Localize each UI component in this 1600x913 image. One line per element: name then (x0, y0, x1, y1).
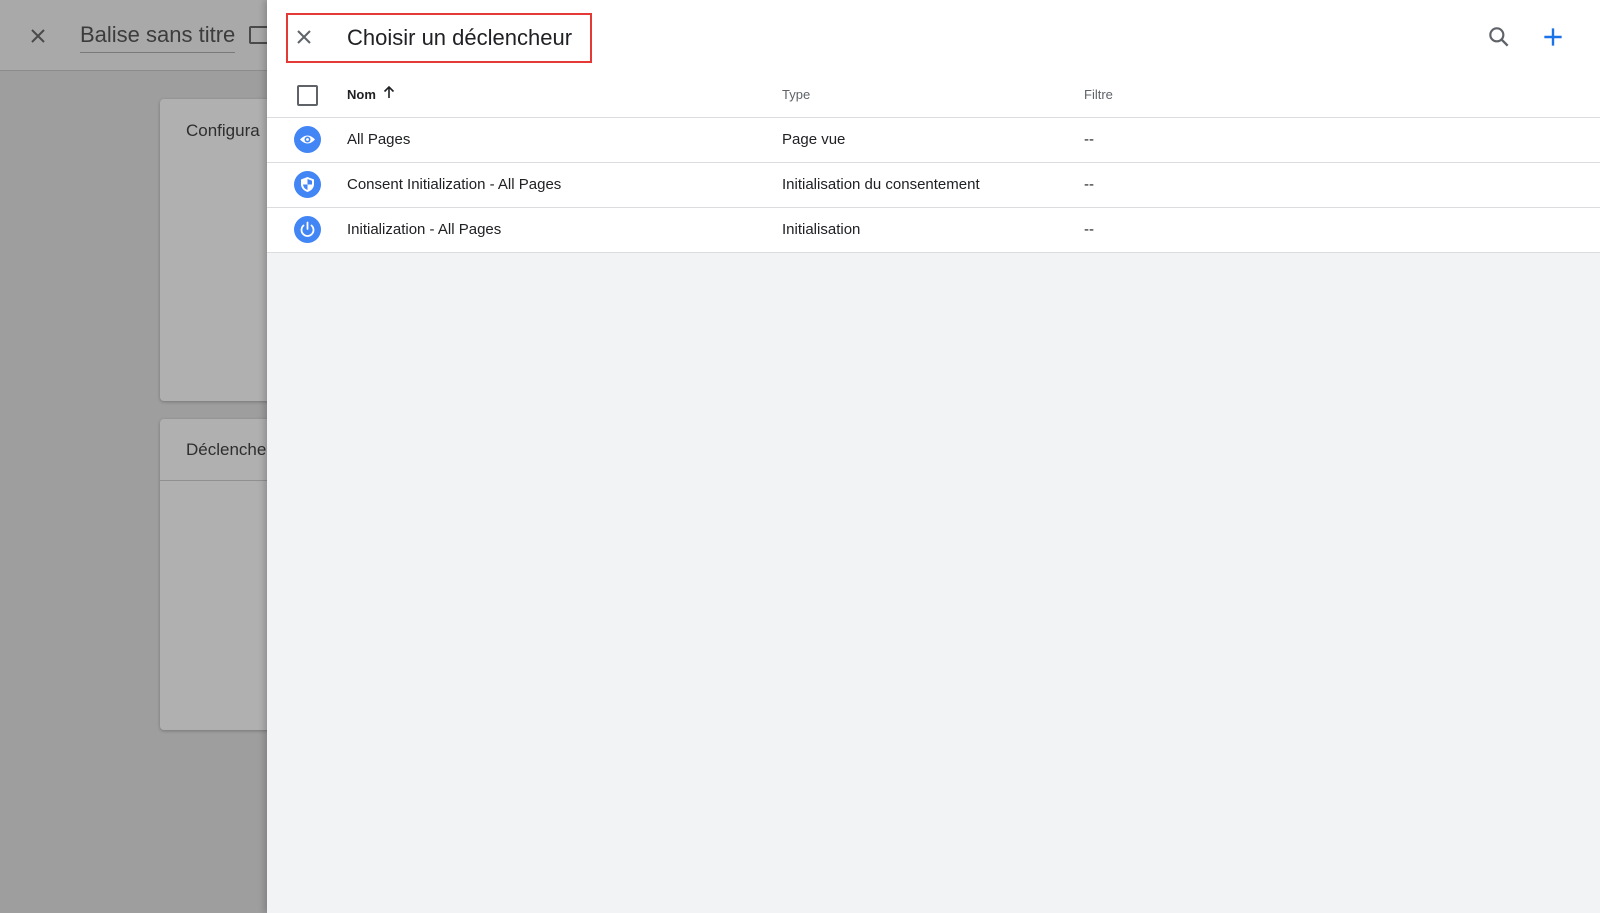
add-trigger-button[interactable] (1540, 24, 1566, 50)
trigger-filter: -- (1084, 131, 1094, 148)
shield-icon (294, 171, 321, 198)
panel-title: Choisir un déclencheur (347, 25, 573, 50)
plus-icon (1544, 28, 1562, 46)
trigger-type: Initialisation du consentement (782, 176, 980, 193)
select-all-checkbox[interactable] (297, 85, 318, 106)
search-button[interactable] (1486, 24, 1512, 50)
triggering-label: Déclenche (186, 440, 267, 459)
trigger-filter: -- (1084, 221, 1094, 238)
arrow-up-icon (383, 85, 395, 98)
background-close-icon (26, 24, 50, 48)
power-icon (294, 216, 321, 243)
eye-icon (294, 126, 321, 153)
table-row[interactable]: Consent Initialization - All Pages Initi… (267, 163, 1600, 208)
column-type-header[interactable]: Type (782, 87, 810, 102)
close-icon (297, 30, 311, 44)
table-header: Nom Type Filtre (267, 74, 1600, 118)
trigger-type: Page vue (782, 131, 846, 148)
panel-header: Choisir un déclencheur (267, 0, 1600, 74)
column-filter-header[interactable]: Filtre (1084, 87, 1113, 102)
trigger-name: Consent Initialization - All Pages (347, 176, 562, 193)
choose-trigger-panel: Choisir un déclencheur Nom Type Filtre A… (267, 0, 1600, 913)
column-name-header[interactable]: Nom (347, 87, 376, 102)
search-icon (1489, 27, 1509, 47)
trigger-filter: -- (1084, 176, 1094, 193)
triggers-table: Nom Type Filtre All Pages Page vue -- Co… (267, 74, 1600, 253)
table-row[interactable]: Initialization - All Pages Initialisatio… (267, 208, 1600, 253)
trigger-name: All Pages (347, 131, 411, 148)
close-panel-button[interactable] (292, 25, 316, 49)
tag-configuration-label: Configura (186, 121, 260, 140)
trigger-type: Initialisation (782, 221, 861, 238)
table-row[interactable]: All Pages Page vue -- (267, 118, 1600, 163)
trigger-name: Initialization - All Pages (347, 221, 502, 238)
tag-title: Balise sans titre (80, 22, 236, 53)
